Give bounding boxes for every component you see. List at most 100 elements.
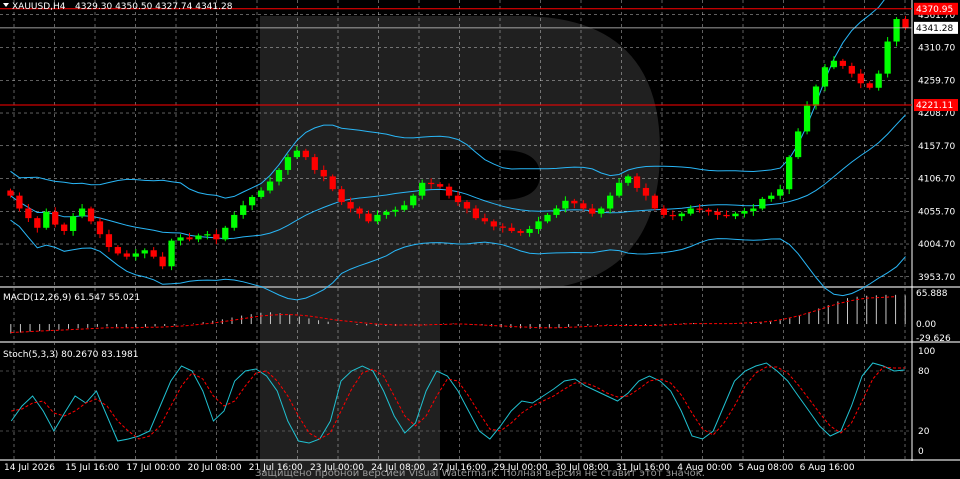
candle-body xyxy=(687,208,694,214)
stoch-title: Stoch(5,3,3) 80.2670 83.1981 xyxy=(3,350,138,360)
candle-body xyxy=(284,157,292,170)
candle-body xyxy=(812,86,820,106)
candle-body xyxy=(535,221,542,230)
candle-body xyxy=(454,195,462,203)
candle-body xyxy=(445,186,453,196)
candle-body xyxy=(249,196,256,206)
candle-body xyxy=(624,176,632,183)
candle-body xyxy=(302,150,309,158)
candle-body xyxy=(803,105,811,132)
macd-title: MACD(12,26,9) 61.547 55.021 xyxy=(3,293,140,303)
watermark-glyph xyxy=(260,16,660,479)
level-low-tag: 4221.11 xyxy=(916,101,953,111)
candle-body xyxy=(401,205,408,210)
stoch-tick-label: 20 xyxy=(918,427,930,437)
candle-body xyxy=(633,176,641,188)
header-symbol: XAUUSD,H4 xyxy=(12,2,66,12)
candle-body xyxy=(123,253,130,257)
candle-body xyxy=(275,169,283,182)
candle-body xyxy=(428,182,435,185)
candle-body xyxy=(669,214,676,217)
candle-body xyxy=(436,184,444,187)
candle-body xyxy=(857,73,864,84)
candle-body xyxy=(222,227,229,240)
candle-body xyxy=(392,209,399,212)
stoch-signal-line xyxy=(11,366,905,440)
chart-canvas[interactable]: 65.8880.00-29.626 10080200 4361.704310.7… xyxy=(0,0,960,479)
macd-signal-line xyxy=(10,296,896,333)
candle-body xyxy=(696,208,703,210)
candle-body xyxy=(705,209,712,212)
candle-body xyxy=(714,211,721,215)
watermark-logo xyxy=(260,16,660,479)
candle-body xyxy=(902,19,909,29)
candle-body xyxy=(759,198,766,209)
candle-body xyxy=(678,213,685,217)
candle-body xyxy=(374,214,381,222)
candle-body xyxy=(186,237,193,240)
candle-body xyxy=(544,214,551,222)
candle-body xyxy=(562,200,569,209)
candle-body xyxy=(508,227,515,231)
candle-body xyxy=(598,208,605,214)
candle-body xyxy=(240,205,247,215)
candle-body xyxy=(293,150,301,158)
level-high-tag: 4370.95 xyxy=(916,5,953,15)
candle-body xyxy=(839,60,847,66)
candle-body xyxy=(78,208,86,217)
stoch-tick-label: 0 xyxy=(918,447,924,457)
candle-body xyxy=(884,41,891,74)
candle-body xyxy=(320,169,327,177)
candle-body xyxy=(580,203,587,209)
candle-body xyxy=(419,182,426,196)
candle-body xyxy=(356,208,363,214)
candle-body xyxy=(132,253,139,257)
macd-panel: 65.888 0.00 -29.626 xyxy=(10,289,951,344)
candle-body xyxy=(159,256,166,267)
trading-chart[interactable]: 65.888 0.00 -29.626 100 80 20 0 4361.70 4310.7… xyxy=(0,0,960,479)
candle-body xyxy=(615,182,623,196)
price-tick-label: 4055.70 xyxy=(918,207,955,217)
candle-body xyxy=(893,19,900,42)
candle-body xyxy=(821,67,829,87)
candle-body xyxy=(177,237,184,241)
candle-body xyxy=(490,221,497,227)
candle-body xyxy=(777,189,784,196)
candle-body xyxy=(732,213,739,217)
candle-body xyxy=(329,176,336,190)
candle-body xyxy=(365,213,372,222)
candle-body xyxy=(472,208,480,219)
candle-body xyxy=(866,83,873,88)
price-tick-label: 4004.70 xyxy=(918,240,955,250)
candle-body xyxy=(848,65,855,74)
candle-body xyxy=(875,73,882,88)
candle-body xyxy=(87,208,95,222)
candle-body xyxy=(830,60,838,68)
candle-body xyxy=(231,214,238,228)
candle-body xyxy=(61,224,68,231)
time-tick-label: 15 Jul 16:00 xyxy=(65,463,119,473)
candle-body xyxy=(311,157,318,170)
time-tick-label: 5 Aug 08:00 xyxy=(738,463,793,473)
macd-tick-label: -29.626 xyxy=(916,334,951,344)
candle-body xyxy=(517,230,524,233)
price-tick-label: 4157.70 xyxy=(918,142,955,152)
header-dropdown-icon xyxy=(3,3,9,7)
candle-body xyxy=(750,208,757,212)
candle-body xyxy=(52,211,59,225)
candle-body xyxy=(642,187,650,196)
candle-body xyxy=(526,229,533,233)
candle-body xyxy=(571,200,578,204)
candle-body xyxy=(768,195,775,199)
stochastic-panel: 100 80 20 0 xyxy=(0,347,935,457)
candle-body xyxy=(16,195,23,209)
candle-body xyxy=(257,190,265,197)
macd-tick-label: 65.888 xyxy=(916,289,948,299)
time-tick-label: 17 Jul 00:00 xyxy=(126,463,180,473)
candle-body xyxy=(195,235,202,240)
price-tick-label: 4259.70 xyxy=(918,76,955,86)
candle-body xyxy=(794,131,802,158)
price-tick-label: 4106.70 xyxy=(918,175,955,185)
time-tick-label: 20 Jul 08:00 xyxy=(188,463,242,473)
candle-body xyxy=(660,208,667,215)
